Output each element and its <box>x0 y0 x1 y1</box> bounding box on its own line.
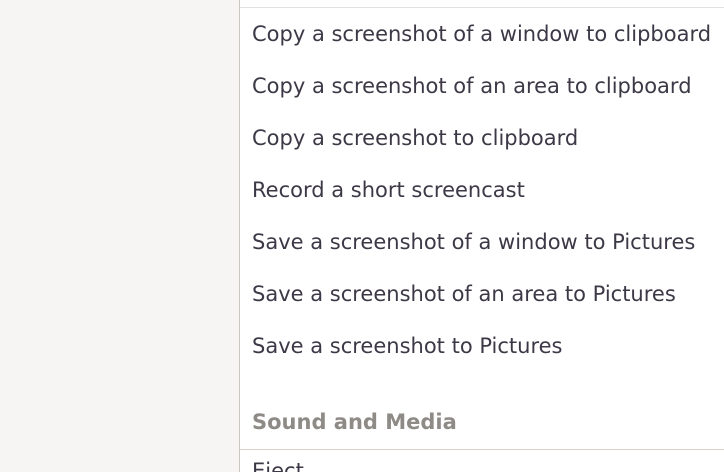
shortcut-row-eject[interactable]: Eject <box>252 456 304 472</box>
shortcut-row-save-screenshot-pictures[interactable]: Save a screenshot to Pictures <box>240 320 724 372</box>
shortcut-row-record-screencast[interactable]: Record a short screencast <box>240 164 724 216</box>
shortcut-row-save-window-pictures[interactable]: Save a screenshot of a window to Picture… <box>240 216 724 268</box>
shortcut-row-copy-screenshot-clipboard[interactable]: Copy a screenshot to clipboard <box>240 112 724 164</box>
section-separator <box>240 449 724 450</box>
shortcut-row-save-area-pictures[interactable]: Save a screenshot of an area to Pictures <box>240 268 724 320</box>
shortcut-row-copy-area-clipboard[interactable]: Copy a screenshot of an area to clipboar… <box>240 60 724 112</box>
section-header-sound-and-media: Sound and Media <box>252 410 457 434</box>
shortcut-row-copy-window-clipboard[interactable]: Copy a screenshot of a window to clipboa… <box>240 8 724 60</box>
screenshot-shortcuts-list: Copy a screenshot of a window to clipboa… <box>240 8 724 372</box>
sidebar <box>0 0 239 472</box>
shortcuts-panel: Copy a screenshot of a window to clipboa… <box>240 0 724 472</box>
